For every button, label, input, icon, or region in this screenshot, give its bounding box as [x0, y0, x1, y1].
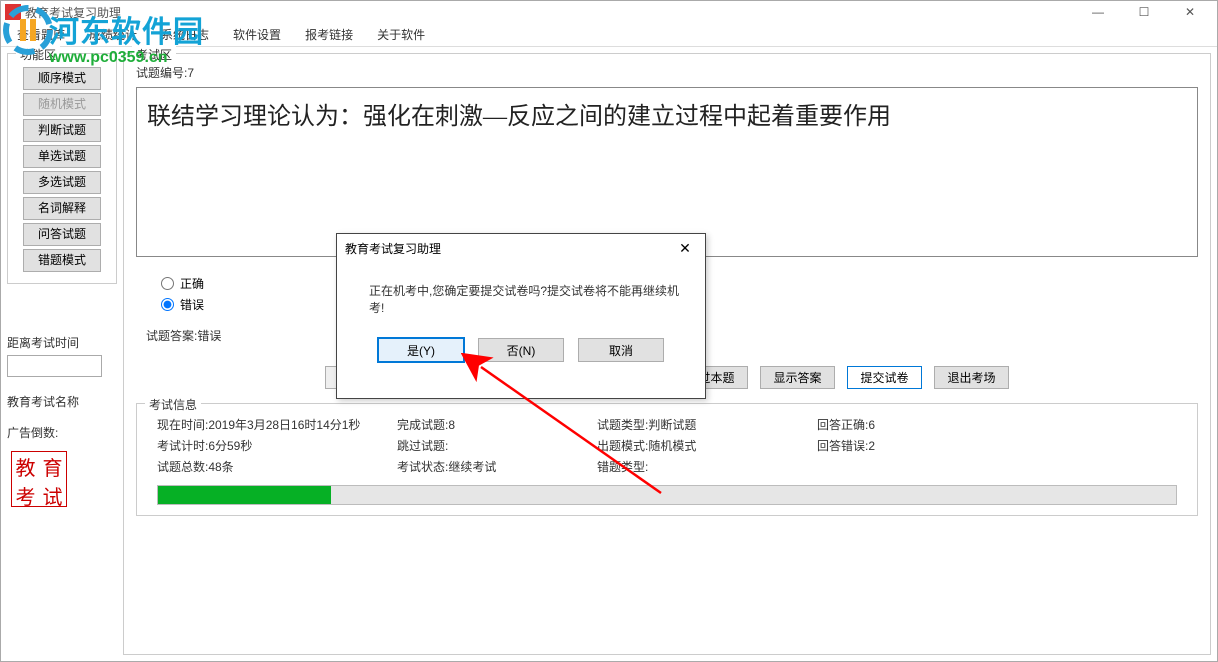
info-now-time: 现在时间:2019年3月28日16时14分1秒 — [157, 416, 397, 433]
mode-sequential-button[interactable]: 顺序模式 — [23, 67, 101, 90]
mode-random-button[interactable]: 随机模式 — [23, 93, 101, 116]
dialog-button-row: 是(Y) 否(N) 取消 — [337, 328, 705, 376]
option-correct-radio[interactable] — [161, 277, 174, 290]
app-icon — [5, 4, 21, 20]
window-controls: — ☐ ✕ — [1075, 1, 1213, 23]
time-remaining-label: 距离考试时间 — [7, 334, 117, 351]
exam-name-label: 教育考试名称 — [7, 393, 117, 410]
close-button[interactable]: ✕ — [1167, 1, 1213, 23]
mode-wrong-button[interactable]: 错题模式 — [23, 249, 101, 272]
option-wrong-label: 错误 — [180, 296, 204, 313]
type-single-button[interactable]: 单选试题 — [23, 145, 101, 168]
info-total: 试题总数:48条 — [157, 458, 397, 475]
dialog-yes-button[interactable]: 是(Y) — [378, 338, 464, 362]
function-groupbox: 功能区 顺序模式 随机模式 判断试题 单选试题 多选试题 名词解释 问答试题 错… — [7, 53, 117, 284]
app-window: 教育考试复习助理 — ☐ ✕ 查看题库 成绩统计 系统日志 软件设置 报考链接 … — [0, 0, 1218, 662]
info-wrong-count: 回答错误:2 — [817, 437, 997, 454]
menu-about[interactable]: 关于软件 — [369, 24, 433, 45]
submit-exam-button[interactable]: 提交试卷 — [847, 366, 922, 389]
dialog-close-button[interactable]: ✕ — [673, 236, 697, 260]
question-text-box: 联结学习理论认为：强化在刺激—反应之间的建立过程中起着重要作用 — [136, 87, 1198, 257]
menu-exam-link[interactable]: 报考链接 — [297, 24, 361, 45]
stamp-char-4: 试 — [39, 481, 66, 510]
menu-view-bank[interactable]: 查看题库 — [9, 24, 73, 45]
type-judge-button[interactable]: 判断试题 — [23, 119, 101, 142]
stamp-char-2: 育 — [39, 452, 66, 481]
info-status: 考试状态:继续考试 — [397, 458, 597, 475]
show-answer-button[interactable]: 显示答案 — [760, 366, 835, 389]
sidebar: 功能区 顺序模式 随机模式 判断试题 单选试题 多选试题 名词解释 问答试题 错… — [7, 53, 117, 655]
exam-group-title: 考试区 — [132, 46, 176, 63]
option-wrong-radio[interactable] — [161, 298, 174, 311]
dialog-cancel-button[interactable]: 取消 — [578, 338, 664, 362]
exam-info-grid: 现在时间:2019年3月28日16时14分1秒 完成试题:8 试题类型:判断试题… — [157, 416, 1177, 475]
window-title: 教育考试复习助理 — [25, 4, 1075, 21]
info-right-count: 回答正确:6 — [817, 416, 997, 433]
dialog-titlebar: 教育考试复习助理 ✕ — [337, 234, 705, 262]
exam-info-title: 考试信息 — [145, 396, 201, 413]
question-number-label: 试题编号:7 — [136, 64, 1198, 81]
info-done-count: 完成试题:8 — [397, 416, 597, 433]
stamp-char-3: 考 — [12, 481, 39, 510]
info-skipped: 跳过试题: — [397, 437, 597, 454]
menu-system-log[interactable]: 系统日志 — [153, 24, 217, 45]
dialog-no-button[interactable]: 否(N) — [478, 338, 564, 362]
info-error-type: 错题类型: — [597, 458, 817, 475]
stamp-char-1: 教 — [12, 452, 39, 481]
info-mode: 出题模式:随机模式 — [597, 437, 817, 454]
dialog-title: 教育考试复习助理 — [345, 240, 673, 257]
exit-exam-button[interactable]: 退出考场 — [934, 366, 1009, 389]
confirm-dialog: 教育考试复习助理 ✕ 正在机考中,您确定要提交试卷吗?提交试卷将不能再继续机考!… — [336, 233, 706, 399]
type-qa-button[interactable]: 问答试题 — [23, 223, 101, 246]
dialog-message: 正在机考中,您确定要提交试卷吗?提交试卷将不能再继续机考! — [337, 262, 705, 328]
progress-fill — [158, 486, 331, 504]
minimize-button[interactable]: — — [1075, 1, 1121, 23]
menu-bar: 查看题库 成绩统计 系统日志 软件设置 报考链接 关于软件 — [1, 23, 1217, 47]
function-group-title: 功能区 — [16, 46, 60, 63]
option-correct-label: 正确 — [180, 275, 204, 292]
menu-score-stats[interactable]: 成绩统计 — [81, 24, 145, 45]
question-text: 联结学习理论认为：强化在刺激—反应之间的建立过程中起着重要作用 — [147, 96, 1187, 131]
progress-bar — [157, 485, 1177, 505]
info-elapsed: 考试计时:6分59秒 — [157, 437, 397, 454]
type-multi-button[interactable]: 多选试题 — [23, 171, 101, 194]
stamp-icon: 教 育 考 试 — [11, 451, 67, 507]
info-question-type: 试题类型:判断试题 — [597, 416, 817, 433]
time-remaining-field — [7, 355, 102, 377]
info-empty — [817, 458, 997, 475]
title-bar: 教育考试复习助理 — ☐ ✕ — [1, 1, 1217, 23]
ad-countdown-label: 广告倒数: — [7, 424, 117, 441]
menu-settings[interactable]: 软件设置 — [225, 24, 289, 45]
exam-info-groupbox: 考试信息 现在时间:2019年3月28日16时14分1秒 完成试题:8 试题类型… — [136, 403, 1198, 516]
maximize-button[interactable]: ☐ — [1121, 1, 1167, 23]
type-term-button[interactable]: 名词解释 — [23, 197, 101, 220]
